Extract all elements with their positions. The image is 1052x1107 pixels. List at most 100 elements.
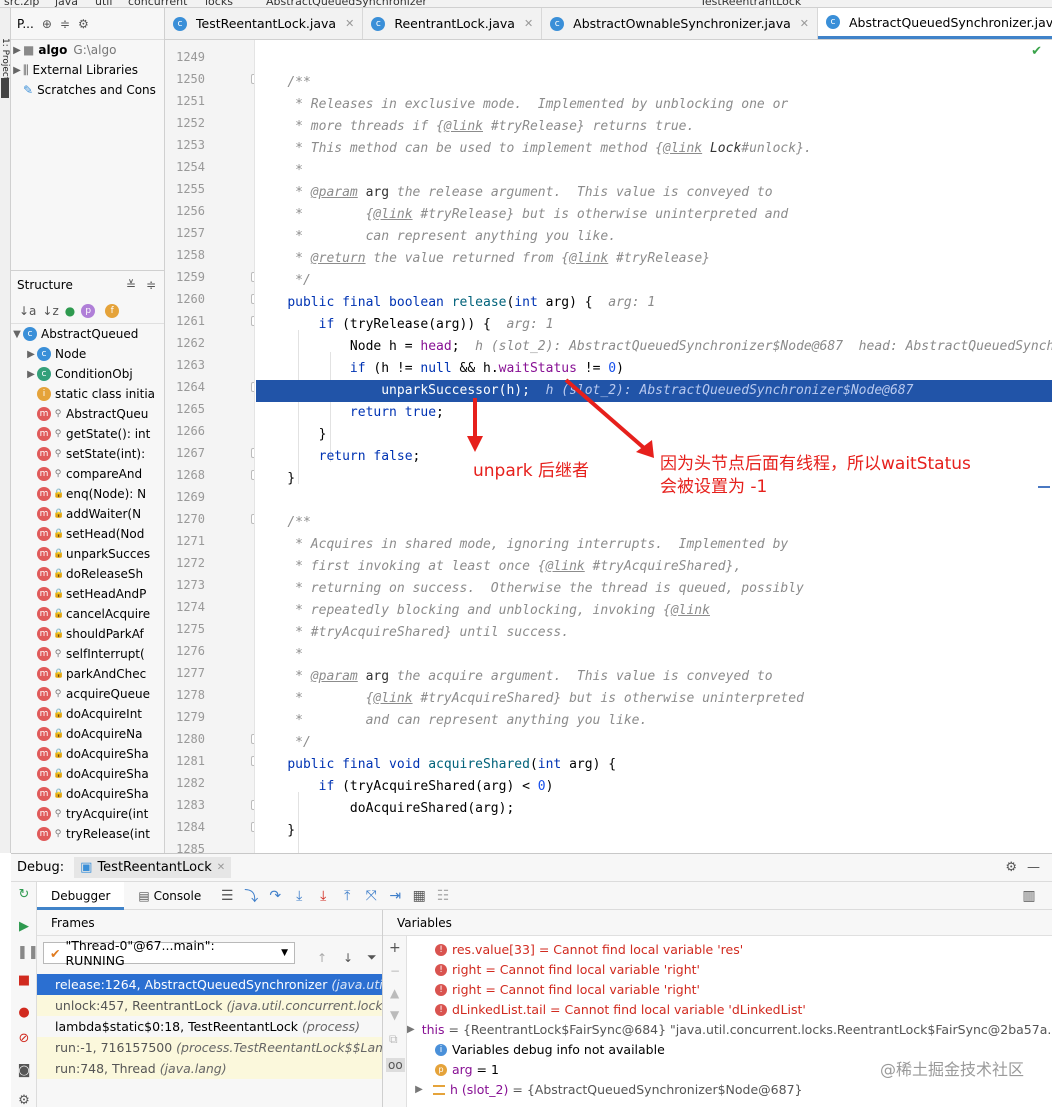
tab-debugger[interactable]: Debugger xyxy=(37,881,125,910)
structure-item[interactable]: m 🔒 doAcquireInt xyxy=(11,704,164,724)
run-to-cursor-icon[interactable]: ⇥ xyxy=(386,888,404,904)
run-config-select[interactable]: TestReentrantLock xyxy=(700,0,801,7)
fold-marker-icon[interactable] xyxy=(251,470,254,480)
fold-marker-icon[interactable] xyxy=(251,822,254,832)
stack-frame[interactable]: run:-1, 716157500 (process.TestReentantL… xyxy=(37,1037,382,1058)
menu-icon[interactable]: ☰ xyxy=(218,888,236,904)
sort-icon[interactable]: ≚ xyxy=(126,278,136,292)
structure-item[interactable]: m 🔒 doAcquireSha xyxy=(11,744,164,764)
filter-icon[interactable]: ⏷ xyxy=(367,950,377,965)
structure-item[interactable]: m 🔒 addWaiter(N xyxy=(11,504,164,524)
structure-item[interactable]: m ⚲ tryAcquire(int xyxy=(11,804,164,824)
debug-session-tab[interactable]: ▣ TestReentantLock ✕ xyxy=(74,857,232,878)
tab-reentrantlock[interactable]: c ReentrantLock.java ✕ xyxy=(363,8,543,39)
stack-frame[interactable]: release:1264, AbstractQueuedSynchronizer… xyxy=(37,974,382,995)
line-number[interactable]: 1264 xyxy=(169,376,205,398)
project-title[interactable]: P... xyxy=(17,17,34,31)
glasses-icon[interactable]: oo xyxy=(386,1058,405,1072)
variable-row[interactable]: ! res.value[33] = Cannot find local varia… xyxy=(407,940,1052,960)
line-number[interactable]: 1268 xyxy=(169,464,205,486)
breadcrumb-item[interactable]: concurrent xyxy=(128,0,187,7)
pause-icon[interactable]: ❚❚ xyxy=(17,946,39,960)
line-number[interactable]: 1280 xyxy=(169,728,205,750)
arrow-up-icon[interactable]: ↑ xyxy=(317,951,327,965)
thread-select[interactable]: ✔ "Thread-0"@67...main": RUNNING ▼ xyxy=(43,938,295,968)
structure-item[interactable]: m ⚲ getState(): int xyxy=(11,424,164,444)
variable-row[interactable]: ▶ h (slot_2) = {AbstractQueuedSynchronize… xyxy=(407,1080,1052,1100)
line-number[interactable]: 1270 xyxy=(169,508,205,530)
structure-tool-marker[interactable] xyxy=(1,78,9,98)
line-number[interactable]: 1275 xyxy=(169,618,205,640)
structure-item[interactable]: m 🔒 cancelAcquire xyxy=(11,604,164,624)
line-number[interactable]: 1262 xyxy=(169,332,205,354)
structure-item[interactable]: m 🔒 enq(Node): N xyxy=(11,484,164,504)
project-item-scratches[interactable]: ✎ Scratches and Cons xyxy=(11,80,164,100)
fold-marker-icon[interactable] xyxy=(251,316,254,326)
locate-icon[interactable]: ⊕ xyxy=(42,17,52,31)
minimize-icon[interactable]: — xyxy=(1027,860,1040,875)
line-number[interactable]: 1277 xyxy=(169,662,205,684)
resume-icon[interactable]: ▶ xyxy=(17,920,31,934)
layout-icon[interactable]: ▥ xyxy=(1020,888,1038,904)
camera-icon[interactable]: ◙ xyxy=(17,1064,31,1078)
fold-marker-icon[interactable] xyxy=(251,382,254,392)
line-number[interactable]: 1251 xyxy=(169,90,205,112)
breadcrumb-item[interactable]: AbstractQueuedSynchronizer xyxy=(266,0,427,7)
force-step-into-icon[interactable]: ⤓ xyxy=(314,888,332,904)
structure-item[interactable]: m 🔒 shouldParkAf xyxy=(11,624,164,644)
line-number[interactable]: 1252 xyxy=(169,112,205,134)
arrow-up-icon[interactable]: ▲ xyxy=(390,986,399,1000)
collapse-icon[interactable]: ≑ xyxy=(146,278,156,292)
step-over-icon[interactable]: ↷ xyxy=(266,888,284,904)
fold-marker-icon[interactable] xyxy=(251,74,254,84)
settings-icon[interactable]: ⚙ xyxy=(17,1094,31,1107)
chevron-right-icon[interactable]: ▶ xyxy=(407,1080,431,1100)
collapse-icon[interactable]: ≑ xyxy=(60,17,70,31)
arrow-down-icon[interactable]: ↓ xyxy=(343,951,353,965)
line-number[interactable]: 1250 xyxy=(169,68,205,90)
structure-item[interactable]: m 🔒 parkAndChec xyxy=(11,664,164,684)
rerun-icon[interactable]: ↻ xyxy=(17,888,31,902)
gear-icon[interactable]: ⚙ xyxy=(78,17,89,31)
copy-icon[interactable]: ⧉ xyxy=(389,1032,398,1047)
variable-row[interactable]: ▶ this = {ReentrantLock$FairSync@684} "ja… xyxy=(407,1020,1052,1040)
trace-icon[interactable]: ☷ xyxy=(434,888,452,904)
line-number[interactable]: 1249 xyxy=(169,46,205,68)
line-number[interactable]: 1255 xyxy=(169,178,205,200)
stop-icon[interactable]: ■ xyxy=(17,974,31,988)
structure-item[interactable]: m 🔒 doAcquireSha xyxy=(11,784,164,804)
structure-item[interactable]: m ⚲ AbstractQueu xyxy=(11,404,164,424)
structure-item[interactable]: ▶ c Node xyxy=(11,344,164,364)
breadcrumb-item[interactable]: locks xyxy=(205,0,233,7)
minus-icon[interactable]: − xyxy=(390,964,400,978)
line-number[interactable]: 1279 xyxy=(169,706,205,728)
breadcrumb-item[interactable]: java xyxy=(55,0,78,7)
breadcrumb-item[interactable]: src.zip xyxy=(4,0,39,7)
tab-testreentantlock[interactable]: c TestReentantLock.java ✕ xyxy=(165,8,364,39)
line-number[interactable]: 1266 xyxy=(169,420,205,442)
close-icon[interactable]: ✕ xyxy=(217,862,225,873)
line-number[interactable]: 1281 xyxy=(169,750,205,772)
line-number[interactable]: 1278 xyxy=(169,684,205,706)
tab-abstractownablesynchronizer[interactable]: c AbstractOwnableSynchronizer.java ✕ xyxy=(542,8,818,39)
fold-marker-icon[interactable] xyxy=(251,272,254,282)
fold-marker-icon[interactable] xyxy=(251,448,254,458)
fold-marker-icon[interactable] xyxy=(251,294,254,304)
structure-item[interactable]: m 🔒 doReleaseSh xyxy=(11,564,164,584)
structure-item[interactable]: m 🔒 doAcquireSha xyxy=(11,764,164,784)
line-number[interactable]: 1272 xyxy=(169,552,205,574)
structure-item[interactable]: m ⚲ selfInterrupt( xyxy=(11,644,164,664)
structure-root[interactable]: ▼ c AbstractQueued xyxy=(11,324,164,344)
line-number[interactable]: 1265 xyxy=(169,398,205,420)
line-number[interactable]: 1260 xyxy=(169,288,205,310)
structure-item[interactable]: m 🔒 setHead(Nod xyxy=(11,524,164,544)
line-number[interactable]: 1273 xyxy=(169,574,205,596)
fold-marker-icon[interactable] xyxy=(251,734,254,744)
line-number[interactable]: 1267 xyxy=(169,442,205,464)
line-number[interactable]: 1269 xyxy=(169,486,205,508)
structure-item[interactable]: m ⚲ setState(int): xyxy=(11,444,164,464)
line-number[interactable]: 1271 xyxy=(169,530,205,552)
line-number[interactable]: 1284 xyxy=(169,816,205,838)
step-into-icon[interactable]: ⤓ xyxy=(290,888,308,904)
line-number[interactable]: 1257 xyxy=(169,222,205,244)
